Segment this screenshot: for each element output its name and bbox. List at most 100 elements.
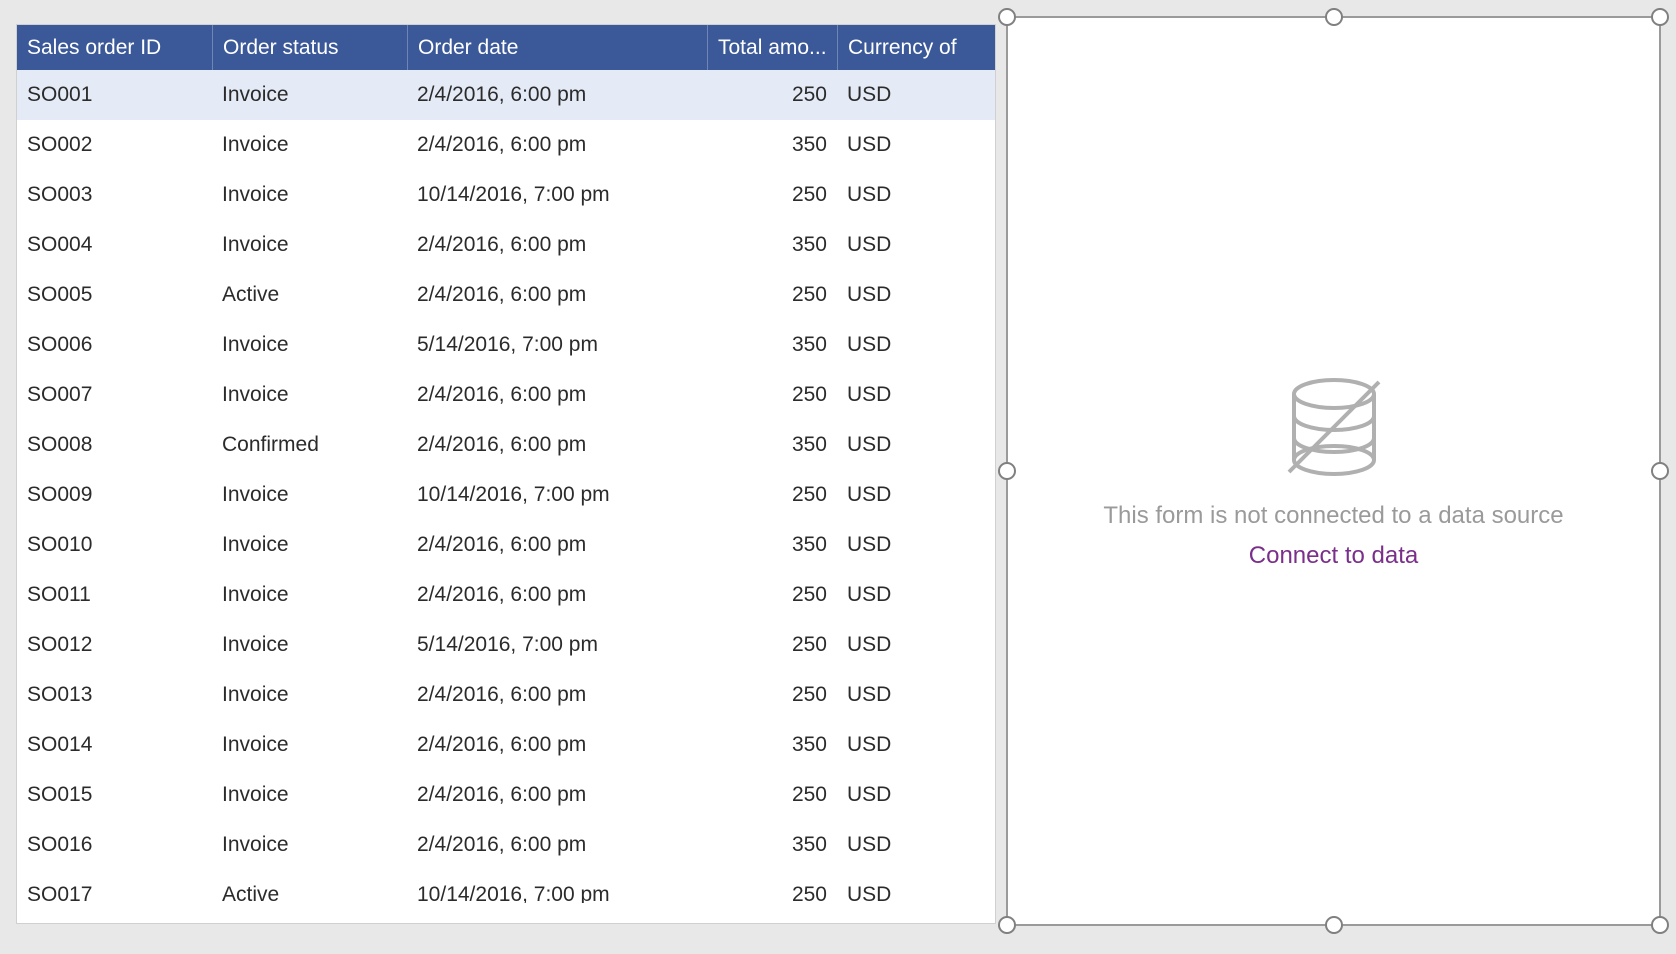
cell-order-date: 2/4/2016, 6:00 pm	[407, 533, 707, 557]
table-row[interactable]: SO010Invoice2/4/2016, 6:00 pm350USD	[17, 520, 995, 570]
table-row[interactable]: SO004Invoice2/4/2016, 6:00 pm350USD	[17, 220, 995, 270]
cell-sales-order-id: SO013	[17, 683, 212, 707]
table-row[interactable]: SO012Invoice5/14/2016, 7:00 pm250USD	[17, 620, 995, 670]
cell-currency: USD	[837, 283, 957, 307]
cell-total-amount: 250	[707, 383, 837, 407]
cell-order-status: Invoice	[212, 783, 407, 807]
table-row[interactable]: SO017Active10/14/2016, 7:00 pm250USD	[17, 870, 995, 903]
table-row[interactable]: SO016Invoice2/4/2016, 6:00 pm350USD	[17, 820, 995, 870]
cell-total-amount: 350	[707, 533, 837, 557]
cell-order-status: Confirmed	[212, 433, 407, 457]
table-row[interactable]: SO008Confirmed2/4/2016, 6:00 pm350USD	[17, 420, 995, 470]
connect-to-data-link[interactable]: Connect to data	[1249, 542, 1418, 570]
col-header-total-amount[interactable]: Total amo...	[707, 25, 837, 70]
cell-currency: USD	[837, 683, 957, 707]
table-row[interactable]: SO003Invoice10/14/2016, 7:00 pm250USD	[17, 170, 995, 220]
form-placeholder: This form is not connected to a data sou…	[1103, 372, 1563, 570]
cell-total-amount: 250	[707, 283, 837, 307]
cell-order-status: Invoice	[212, 383, 407, 407]
cell-order-date: 2/4/2016, 6:00 pm	[407, 833, 707, 857]
cell-currency: USD	[837, 533, 957, 557]
cell-sales-order-id: SO006	[17, 333, 212, 357]
cell-order-status: Invoice	[212, 733, 407, 757]
cell-order-date: 2/4/2016, 6:00 pm	[407, 583, 707, 607]
table-body[interactable]: SO001Invoice2/4/2016, 6:00 pm250USDSO002…	[17, 70, 995, 903]
table-row[interactable]: SO013Invoice2/4/2016, 6:00 pm250USD	[17, 670, 995, 720]
cell-sales-order-id: SO016	[17, 833, 212, 857]
table-row[interactable]: SO014Invoice2/4/2016, 6:00 pm350USD	[17, 720, 995, 770]
sales-order-table[interactable]: Sales order ID Order status Order date T…	[16, 24, 996, 924]
cell-currency: USD	[837, 583, 957, 607]
cell-sales-order-id: SO017	[17, 883, 212, 903]
cell-sales-order-id: SO014	[17, 733, 212, 757]
table-row[interactable]: SO001Invoice2/4/2016, 6:00 pm250USD	[17, 70, 995, 120]
cell-currency: USD	[837, 883, 957, 903]
cell-order-date: 10/14/2016, 7:00 pm	[407, 183, 707, 207]
cell-total-amount: 350	[707, 133, 837, 157]
table-row[interactable]: SO011Invoice2/4/2016, 6:00 pm250USD	[17, 570, 995, 620]
cell-sales-order-id: SO010	[17, 533, 212, 557]
cell-total-amount: 250	[707, 783, 837, 807]
resize-handle-middle-left[interactable]	[998, 462, 1016, 480]
cell-order-status: Invoice	[212, 233, 407, 257]
cell-order-date: 2/4/2016, 6:00 pm	[407, 283, 707, 307]
database-icon	[1279, 372, 1389, 482]
cell-sales-order-id: SO007	[17, 383, 212, 407]
cell-currency: USD	[837, 233, 957, 257]
table-row[interactable]: SO007Invoice2/4/2016, 6:00 pm250USD	[17, 370, 995, 420]
cell-order-date: 2/4/2016, 6:00 pm	[407, 383, 707, 407]
cell-sales-order-id: SO012	[17, 633, 212, 657]
table-row[interactable]: SO005Active2/4/2016, 6:00 pm250USD	[17, 270, 995, 320]
cell-order-date: 2/4/2016, 6:00 pm	[407, 83, 707, 107]
form-placeholder-text: This form is not connected to a data sou…	[1103, 502, 1563, 530]
cell-order-status: Invoice	[212, 133, 407, 157]
cell-order-status: Invoice	[212, 333, 407, 357]
cell-sales-order-id: SO015	[17, 783, 212, 807]
resize-handle-top-left[interactable]	[998, 8, 1016, 26]
cell-sales-order-id: SO004	[17, 233, 212, 257]
cell-sales-order-id: SO001	[17, 83, 212, 107]
resize-handle-bottom-right[interactable]	[1651, 916, 1669, 934]
cell-total-amount: 250	[707, 183, 837, 207]
table-row[interactable]: SO015Invoice2/4/2016, 6:00 pm250USD	[17, 770, 995, 820]
resize-handle-top-right[interactable]	[1651, 8, 1669, 26]
col-header-currency[interactable]: Currency of T	[837, 25, 957, 70]
cell-order-status: Active	[212, 283, 407, 307]
cell-order-status: Invoice	[212, 633, 407, 657]
col-header-sales-order-id[interactable]: Sales order ID	[17, 25, 212, 70]
cell-currency: USD	[837, 783, 957, 807]
cell-total-amount: 350	[707, 733, 837, 757]
cell-order-status: Invoice	[212, 533, 407, 557]
cell-total-amount: 250	[707, 633, 837, 657]
resize-handle-bottom-left[interactable]	[998, 916, 1016, 934]
cell-currency: USD	[837, 133, 957, 157]
cell-order-date: 2/4/2016, 6:00 pm	[407, 233, 707, 257]
table-row[interactable]: SO002Invoice2/4/2016, 6:00 pm350USD	[17, 120, 995, 170]
resize-handle-top-middle[interactable]	[1325, 8, 1343, 26]
cell-total-amount: 250	[707, 483, 837, 507]
cell-order-date: 2/4/2016, 6:00 pm	[407, 733, 707, 757]
resize-handle-middle-right[interactable]	[1651, 462, 1669, 480]
cell-order-date: 2/4/2016, 6:00 pm	[407, 133, 707, 157]
cell-sales-order-id: SO011	[17, 583, 212, 607]
resize-handle-bottom-middle[interactable]	[1325, 916, 1343, 934]
cell-order-date: 2/4/2016, 6:00 pm	[407, 683, 707, 707]
table-row[interactable]: SO009Invoice10/14/2016, 7:00 pm250USD	[17, 470, 995, 520]
cell-currency: USD	[837, 483, 957, 507]
cell-currency: USD	[837, 433, 957, 457]
col-header-order-status[interactable]: Order status	[212, 25, 407, 70]
cell-order-date: 5/14/2016, 7:00 pm	[407, 333, 707, 357]
cell-currency: USD	[837, 633, 957, 657]
cell-total-amount: 250	[707, 583, 837, 607]
col-header-order-date[interactable]: Order date	[407, 25, 707, 70]
cell-order-status: Invoice	[212, 683, 407, 707]
table-row[interactable]: SO006Invoice5/14/2016, 7:00 pm350USD	[17, 320, 995, 370]
cell-sales-order-id: SO003	[17, 183, 212, 207]
horizontal-scrollbar[interactable]	[17, 903, 995, 923]
cell-currency: USD	[837, 833, 957, 857]
cell-total-amount: 250	[707, 683, 837, 707]
cell-sales-order-id: SO002	[17, 133, 212, 157]
cell-currency: USD	[837, 383, 957, 407]
form-control[interactable]: This form is not connected to a data sou…	[1006, 16, 1661, 926]
cell-order-date: 10/14/2016, 7:00 pm	[407, 883, 707, 903]
